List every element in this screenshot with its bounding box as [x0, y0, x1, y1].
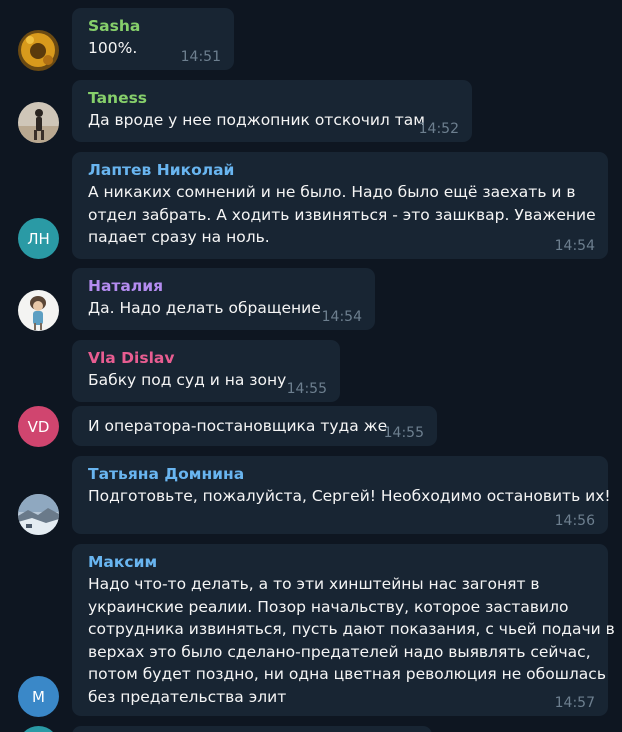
message-bubble-vla-dislav[interactable]: Vla Dislav Бабку под суд и на зону 14:55 — [72, 340, 340, 402]
avatar-initials-vd[interactable]: VD — [18, 406, 59, 447]
message-bubble-laptev[interactable]: Лаптев Николай А никаких сомнений и не б… — [72, 152, 608, 259]
message-text-line: А никаких сомнений и не было. Надо было … — [88, 183, 576, 201]
message-text-line: сотрудника извиняться, пусть дают показа… — [88, 620, 615, 639]
cartoon-woman-photo-avatar[interactable] — [18, 290, 59, 331]
message-timestamp: 14:54 — [321, 309, 362, 325]
sender-name[interactable]: Татьяна Домнина — [88, 464, 592, 484]
message-text-line: Надо что-то делать, а то эти хинштейны н… — [88, 575, 540, 593]
message-timestamp: 14:55 — [383, 425, 424, 441]
sunflower-photo-avatar[interactable] — [18, 30, 59, 71]
message-timestamp: 14:54 — [554, 238, 595, 254]
message-text: И оператора-постановщика туда же — [88, 417, 388, 435]
message-bubble-maksim[interactable]: Максим Надо что-то делать, а то эти хинш… — [72, 544, 615, 716]
message-timestamp: 14:56 — [554, 513, 595, 529]
message-text-line: падает сразу на ноль. — [88, 228, 270, 247]
message-timestamp: 14:52 — [418, 121, 459, 137]
message-text: Да вроде у нее поджопник отскочил там — [88, 111, 425, 129]
sender-name[interactable]: Наталия — [88, 276, 359, 296]
avatar-initials: VD — [27, 417, 50, 436]
message-timestamp: 14:55 — [286, 381, 327, 397]
avatar-initials-m[interactable]: М — [18, 676, 59, 717]
avatar-initials-ln[interactable]: ЛН — [18, 218, 59, 259]
beach-person-photo-avatar[interactable] — [18, 102, 59, 143]
message-text: Подготовьте, пожалуйста, Сергей! Необход… — [88, 487, 611, 505]
winter-landscape-photo-avatar[interactable] — [18, 494, 59, 535]
sender-name[interactable]: Sasha — [88, 16, 218, 36]
chat-message-list[interactable]: Sasha 100%. 14:51 Taness Да вроде у нее … — [0, 0, 622, 732]
sender-name[interactable]: Лаптев Николай — [88, 160, 592, 180]
message-bubble-taness[interactable]: Taness Да вроде у нее поджопник отскочил… — [72, 80, 472, 142]
message-bubble-sasha[interactable]: Sasha 100%. 14:51 — [72, 8, 234, 70]
message-text-line: украинские реалии. Позор начальству, кот… — [88, 597, 569, 616]
message-text-line: верхах это было сделано-предателей надо … — [88, 642, 591, 661]
avatar-initials: М — [32, 687, 45, 706]
sender-name[interactable]: Taness — [88, 88, 456, 108]
message-bubble-tatiana[interactable]: Татьяна Домнина Подготовьте, пожалуйста,… — [72, 456, 611, 534]
message-text-line: потом будет поздно, ни одна цветная рево… — [88, 665, 606, 684]
message-timestamp: 14:57 — [554, 695, 595, 711]
avatar-initials: ЛН — [27, 229, 50, 248]
message-timestamp: 14:51 — [180, 49, 221, 65]
partial-avatar[interactable] — [18, 726, 59, 732]
message-text: Да. Надо делать обращение — [88, 299, 321, 317]
message-bubble-natalia[interactable]: Наталия Да. Надо делать обращение 14:54 — [72, 268, 375, 330]
message-text-line: отдел забрать. А ходить извиняться - это… — [88, 205, 596, 224]
message-text-line: без предательства элит — [88, 687, 287, 706]
message-bubble-continuation[interactable]: И оператора-постановщика туда же 14:55 — [72, 406, 437, 446]
sender-name[interactable]: Максим — [88, 552, 592, 572]
message-bubble-partial[interactable] — [72, 726, 432, 732]
sender-name[interactable]: Vla Dislav — [88, 348, 324, 368]
